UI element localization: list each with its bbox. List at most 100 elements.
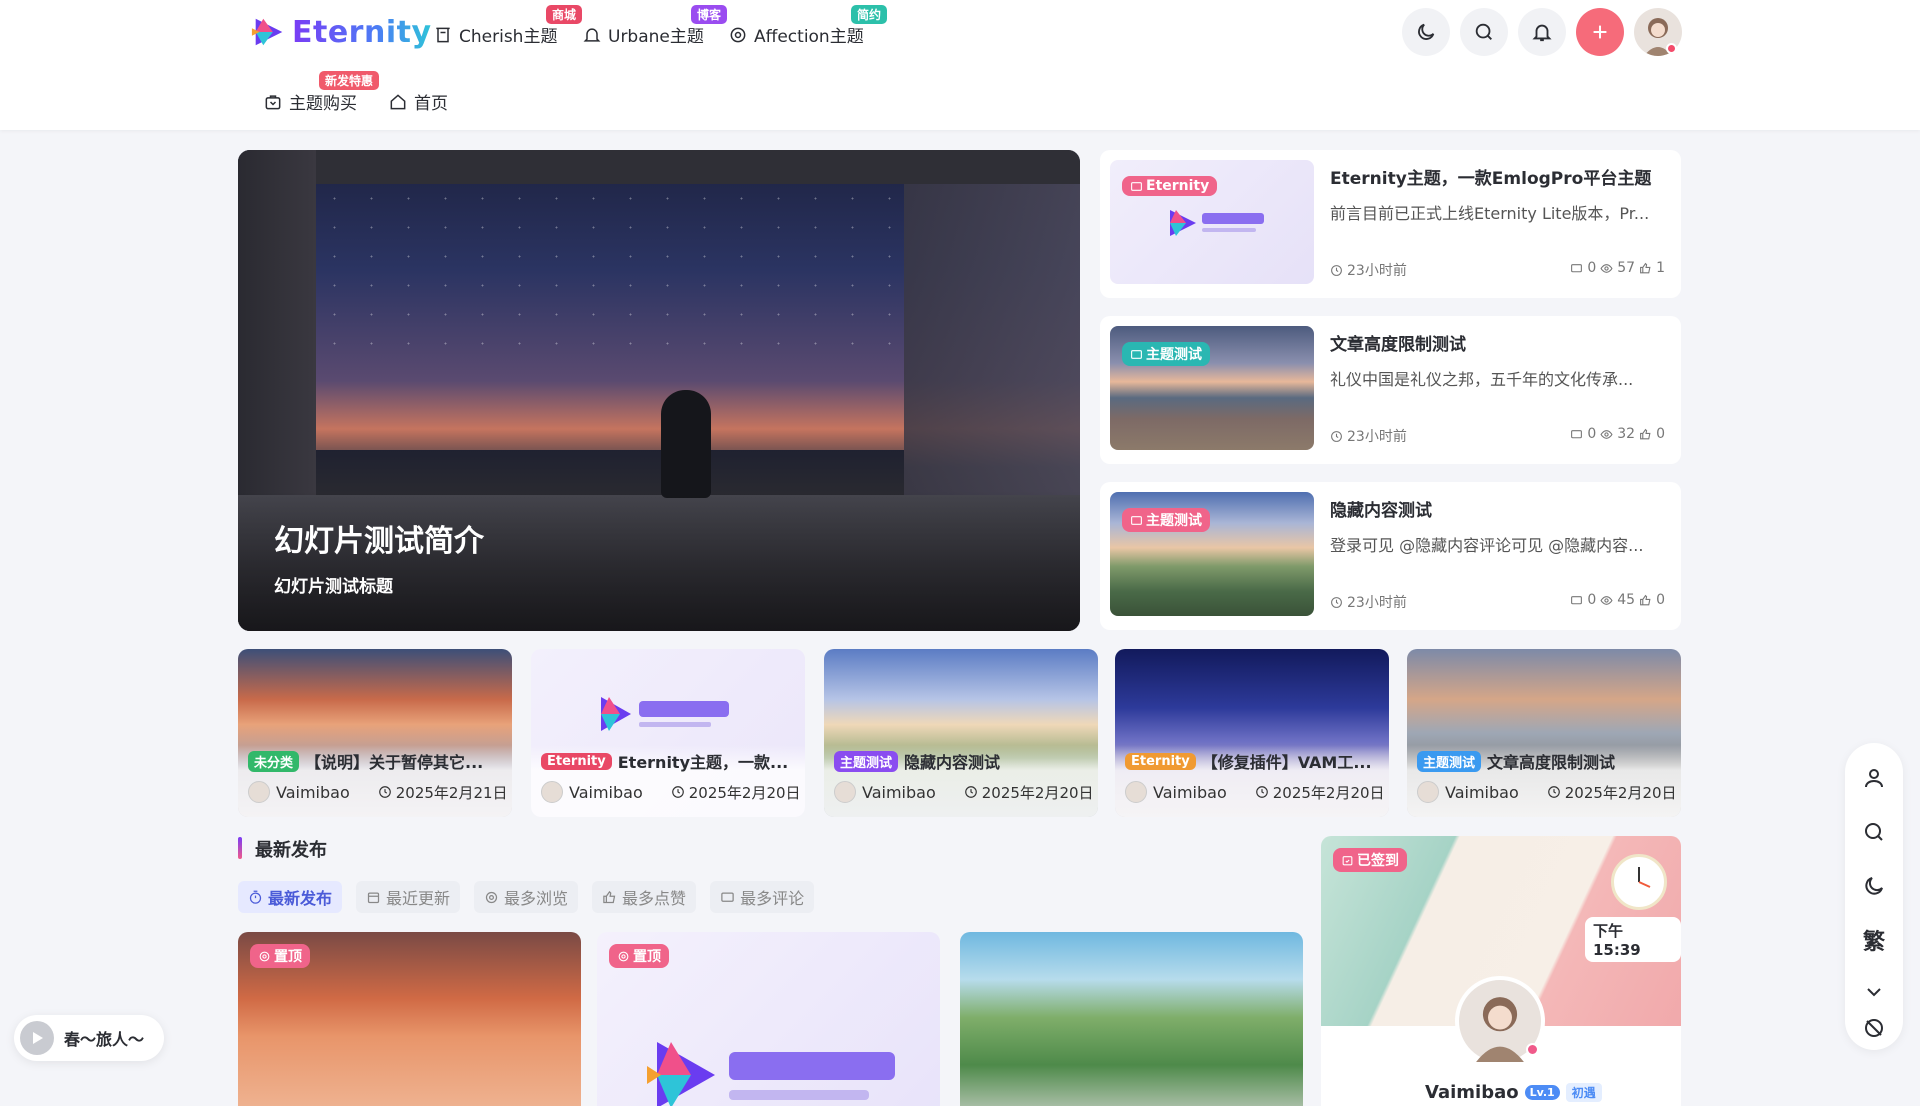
search-button[interactable]: [1859, 817, 1889, 847]
comment-icon: [1571, 263, 1583, 272]
tab-updated[interactable]: 最近更新: [356, 881, 461, 913]
comment-count: 0: [1587, 260, 1597, 276]
folder-icon: [1131, 515, 1142, 525]
play-icon: [33, 1032, 43, 1044]
side-post-card[interactable]: Eternity Eternity主题，一款EmlogPro平台主题 前言目前已…: [1100, 150, 1681, 298]
add-post-button[interactable]: [1576, 8, 1624, 56]
date-label: 2025年2月21日: [395, 783, 508, 802]
traditional-chinese-button[interactable]: 繁: [1859, 925, 1889, 955]
play-button[interactable]: [20, 1021, 54, 1055]
date-label: 2025年2月20日: [688, 783, 801, 802]
featured-post-card[interactable]: 主题测试 文章高度限制测试 Vaimibao 2025年2月20日: [1407, 649, 1681, 817]
nav-item-cherish[interactable]: Cherish主题: [433, 22, 557, 47]
hero-slideshow[interactable]: 幻灯片测试简介 幻灯片测试标题: [238, 150, 1080, 631]
comment-icon: [721, 892, 734, 902]
notification-button[interactable]: [1518, 8, 1566, 56]
nav-label: Cherish主题: [459, 27, 558, 47]
scroll-down-button[interactable]: [1859, 977, 1889, 1007]
category-tag[interactable]: Eternity: [1122, 176, 1218, 196]
user-center-button[interactable]: [1859, 763, 1889, 793]
post-title: 主题测试 文章高度限制测试: [1417, 749, 1615, 773]
nav-badge: 新发特惠: [319, 71, 380, 90]
post-date: 2025年2月20日: [964, 782, 1094, 803]
eternity-logo-icon: [1170, 210, 1264, 236]
title-text: 【修复插件】VAM工...: [1201, 753, 1372, 772]
title-text: Eternity主题，一款...: [617, 753, 789, 772]
post-card[interactable]: 置顶: [597, 932, 940, 1106]
category-pill[interactable]: Eternity: [541, 752, 612, 770]
signed-in-badge[interactable]: 已签到: [1333, 848, 1407, 872]
category-tag[interactable]: 主题测试: [1122, 508, 1210, 532]
like-count: 1: [1656, 260, 1665, 276]
sign-status: 已签到: [1357, 853, 1399, 869]
post-card[interactable]: [960, 932, 1303, 1106]
comment-icon: [1571, 429, 1583, 438]
view-count: 45: [1617, 592, 1636, 608]
post-meta: Vaimibao 2025年2月21日: [248, 781, 508, 803]
featured-post-card[interactable]: 未分类 【说明】关于暂停其它... Vaimibao 2025年2月21日: [238, 649, 512, 817]
thumb-up-icon: [1640, 262, 1651, 273]
eternity-logo-icon: [647, 1042, 895, 1106]
theme-toggle-button[interactable]: [1402, 8, 1450, 56]
post-title[interactable]: 文章高度限制测试: [1330, 330, 1466, 355]
category-tag[interactable]: 主题测试: [1122, 342, 1210, 366]
view-count: 57: [1617, 260, 1636, 276]
featured-post-card[interactable]: Eternity Eternity主题，一款... Vaimibao 2025年…: [531, 649, 805, 817]
post-date: 2025年2月20日: [671, 782, 801, 803]
date-label: 2025年2月20日: [1272, 783, 1385, 802]
tab-latest[interactable]: 最新发布: [238, 881, 343, 913]
nav-item-home[interactable]: 首页: [388, 89, 448, 114]
username[interactable]: Vaimibao: [1425, 1082, 1519, 1103]
music-player[interactable]: 春～旅人～: [14, 1015, 164, 1061]
side-post-card[interactable]: 主题测试 文章高度限制测试 礼仪中国是礼仪之邦，五千年的文化传承... 23小时…: [1100, 316, 1681, 464]
author-avatar: [541, 781, 563, 803]
pinned-label: 置顶: [274, 949, 302, 965]
section-title: 最新发布: [255, 840, 327, 861]
category-pill[interactable]: 主题测试: [1417, 750, 1482, 772]
date-label: 2025年2月20日: [981, 783, 1094, 802]
featured-post-card[interactable]: Eternity 【修复插件】VAM工... Vaimibao 2025年2月2…: [1115, 649, 1389, 817]
category-pill[interactable]: Eternity: [1125, 752, 1196, 770]
author-name: Vaimibao: [862, 782, 936, 802]
clock-icon: [671, 786, 684, 798]
nav-item-affection[interactable]: Affection主题: [728, 22, 864, 47]
category-pill[interactable]: 未分类: [248, 750, 300, 772]
tab-comments[interactable]: 最多评论: [710, 881, 815, 913]
home-icon: [390, 93, 406, 109]
moon-icon: [1865, 877, 1883, 895]
post-card[interactable]: 置顶: [238, 932, 581, 1106]
post-title[interactable]: 隐藏内容测试: [1330, 496, 1432, 521]
pin-icon: [259, 951, 270, 961]
eye-icon: [1600, 429, 1613, 439]
featured-post-card[interactable]: 主题测试 隐藏内容测试 Vaimibao 2025年2月20日: [824, 649, 1098, 817]
tab-label: 最多点赞: [622, 889, 687, 908]
author-avatar: [834, 781, 856, 803]
time-label: 23小时前: [1347, 429, 1407, 445]
post-excerpt: 前言目前已正式上线Eternity Lite版本，Pr...: [1330, 204, 1650, 223]
hero-shade: [238, 490, 1080, 631]
category-pill[interactable]: 主题测试: [834, 750, 899, 772]
post-stats: 0 57 1: [1570, 260, 1665, 276]
view-count: 32: [1617, 426, 1636, 442]
search-button[interactable]: [1460, 8, 1508, 56]
online-status-dot: [1666, 43, 1677, 54]
hero-cat: [661, 390, 711, 498]
nav-item-purchase[interactable]: 主题购买: [263, 89, 357, 114]
bell-outline-icon: [583, 27, 601, 42]
folder-icon: [1131, 181, 1142, 191]
side-post-card[interactable]: 主题测试 隐藏内容测试 登录可见 @隐藏内容评论可见 @隐藏内容... 23小时…: [1100, 482, 1681, 630]
nav-item-urbane[interactable]: Urbane主题: [582, 22, 704, 47]
tab-likes[interactable]: 最多点赞: [592, 881, 697, 913]
post-meta: Vaimibao 2025年2月20日: [1125, 781, 1385, 803]
chevron-down-icon: [1867, 988, 1881, 997]
moon-icon: [1418, 23, 1435, 40]
settings-button[interactable]: [1859, 1013, 1889, 1043]
calendar-icon: [367, 892, 380, 903]
hero-title: 幻灯片测试简介: [274, 524, 484, 559]
like-count: 0: [1656, 592, 1665, 608]
post-title[interactable]: Eternity主题，一款EmlogPro平台主题: [1330, 164, 1651, 189]
brand-logo[interactable]: Eternity: [250, 13, 432, 51]
tab-views[interactable]: 最多浏览: [474, 881, 579, 913]
theme-toggle-button[interactable]: [1859, 871, 1889, 901]
bag-icon: [265, 94, 281, 109]
